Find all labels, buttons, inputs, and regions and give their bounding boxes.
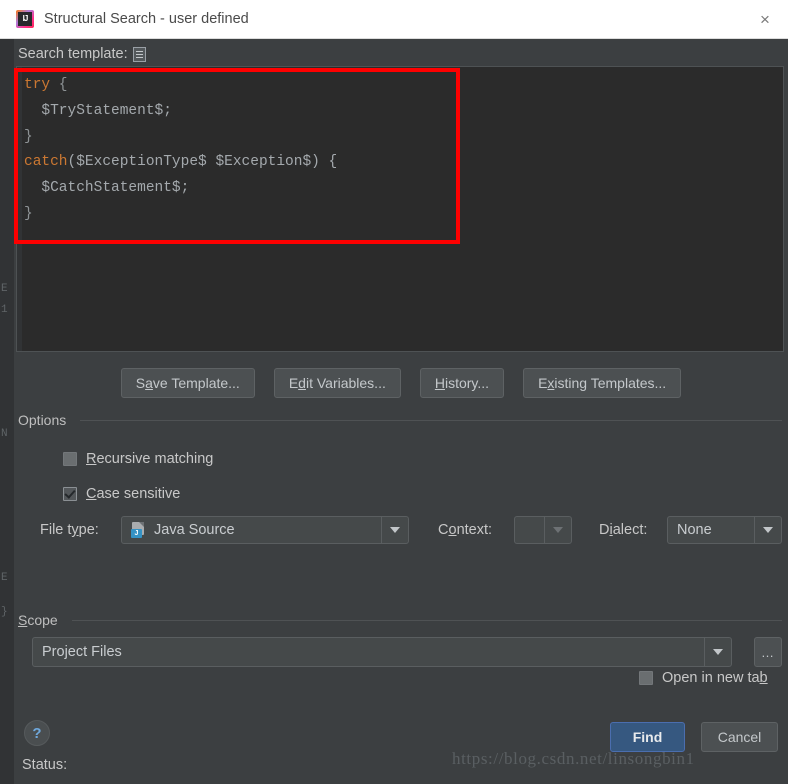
- context-combo[interactable]: [514, 516, 572, 544]
- scope-value: Project Files: [42, 644, 122, 660]
- recursive-post: ecursive matching: [96, 451, 214, 467]
- scope-group-title: Scope: [18, 612, 64, 628]
- options-group-line: [80, 420, 782, 421]
- help-icon[interactable]: ?: [24, 720, 50, 746]
- file-type-combo[interactable]: J Java Source: [121, 516, 409, 544]
- editor-gutter: [17, 67, 22, 351]
- case-sensitive-box[interactable]: [63, 487, 77, 501]
- scope-browse-button[interactable]: …: [754, 637, 782, 667]
- context-pre: C: [438, 522, 449, 538]
- scope-dropdown-arrow[interactable]: [704, 638, 731, 666]
- history-post: istory...: [444, 375, 490, 391]
- file-type-dropdown-arrow[interactable]: [381, 517, 408, 543]
- code-line2: $TryStatement$;: [24, 102, 172, 119]
- cancel-button[interactable]: Cancel: [701, 722, 778, 752]
- case-sensitive-label: Case sensitive: [86, 486, 180, 502]
- case-sensitive-post: ase sensitive: [96, 486, 181, 502]
- java-icon-letter: J: [131, 529, 142, 538]
- dialect-post: alect:: [612, 522, 648, 538]
- context-mnemonic: o: [448, 522, 457, 538]
- existing-templates-post: isting Templates...: [554, 375, 667, 391]
- backdrop-fragment: N: [1, 428, 8, 440]
- context-post: ntext:: [456, 522, 493, 538]
- watermark-text: https://blog.csdn.net/linsongbin1: [452, 749, 695, 768]
- dialog-titlebar: IJ Structural Search - user defined ×: [0, 0, 788, 39]
- save-template-post: ve Template...: [152, 375, 240, 391]
- backdrop-fragment: }: [1, 606, 8, 618]
- logo-glyph: IJ: [18, 12, 32, 26]
- scope-group-line: [72, 620, 782, 621]
- open-in-new-tab-box[interactable]: [639, 671, 653, 685]
- template-buttons-row: Sa ve Template... Ed it Variables... Histo…: [14, 368, 788, 398]
- recursive-matching-box[interactable]: [63, 452, 77, 466]
- edit-variables-post: it Variables...: [305, 375, 386, 391]
- history-mnemonic: H: [434, 375, 445, 391]
- close-icon[interactable]: ×: [742, 0, 788, 38]
- edit-variables-mnemonic: d: [298, 375, 306, 391]
- file-type-value: Java Source: [154, 522, 235, 538]
- file-type-post: pe:: [78, 522, 99, 538]
- context-label: Context:: [438, 522, 492, 538]
- code-line6: }: [24, 205, 33, 222]
- code-line3: }: [24, 128, 33, 145]
- history-button[interactable]: History...: [419, 368, 505, 398]
- open-tab-pre: Open in new ta: [662, 670, 760, 686]
- find-button[interactable]: Find: [610, 722, 685, 752]
- file-type-label: File type:: [40, 522, 99, 538]
- scope-mnemonic: S: [18, 612, 28, 628]
- save-template-button[interactable]: Sa ve Template...: [120, 368, 255, 398]
- case-sensitive-checkbox[interactable]: Case sensitive: [63, 486, 180, 502]
- recursive-mnemonic: R: [86, 451, 97, 467]
- recursive-matching-checkbox[interactable]: Recursive matching: [63, 451, 213, 467]
- code-keyword-try: try: [24, 77, 51, 93]
- context-dropdown-arrow[interactable]: [544, 517, 571, 543]
- open-tab-mnemonic: b: [759, 670, 768, 686]
- dialect-dropdown-arrow[interactable]: [754, 517, 781, 543]
- open-in-new-tab-checkbox[interactable]: Open in new tab: [639, 670, 768, 686]
- intellij-idea-logo-icon: IJ: [16, 10, 34, 28]
- backdrop-fragment: 1: [1, 304, 8, 316]
- existing-templates-pre: E: [538, 375, 548, 391]
- file-type-pre: File t: [40, 522, 72, 538]
- status-label: Status:: [22, 757, 68, 773]
- dialect-pre: D: [599, 522, 610, 538]
- dialect-combo[interactable]: None: [667, 516, 782, 544]
- case-sensitive-mnemonic: C: [86, 486, 97, 502]
- edit-variables-button[interactable]: Ed it Variables...: [273, 368, 401, 398]
- search-template-label-row: Search template:: [18, 44, 146, 64]
- file-type-mnemonic: y: [71, 522, 79, 538]
- backdrop-fragment: E: [1, 283, 8, 295]
- dialect-label: Dialect:: [599, 522, 647, 538]
- code-line5: $CatchStatement$;: [24, 180, 190, 197]
- open-in-new-tab-label: Open in new tab: [662, 670, 768, 686]
- file-type-value-wrap: J Java Source: [122, 522, 381, 538]
- save-template-mnemonic: a: [145, 375, 153, 391]
- backdrop-fragment: E: [1, 572, 8, 584]
- template-document-icon[interactable]: [132, 46, 146, 62]
- search-template-editor[interactable]: try { $TryStatement$; } catch($Exception…: [16, 66, 784, 352]
- dialect-value: None: [677, 522, 712, 538]
- options-group-title: Options: [18, 412, 73, 428]
- recursive-matching-label: Recursive matching: [86, 451, 213, 467]
- code-keyword-catch: catch: [24, 154, 68, 171]
- structural-search-dialog: IJ Structural Search - user defined × Se…: [0, 0, 788, 784]
- scope-combo[interactable]: Project Files: [32, 637, 732, 667]
- existing-templates-mnemonic: x: [547, 375, 555, 391]
- scope-post: cope: [27, 612, 58, 628]
- java-source-file-icon: J: [131, 522, 146, 538]
- code-line1-rest: {: [50, 77, 68, 93]
- ide-backdrop: E 1 N E }: [0, 0, 14, 784]
- template-code: try { $TryStatement$; } catch($Exception…: [24, 73, 337, 228]
- dialog-title: Structural Search - user defined: [44, 11, 249, 27]
- edit-variables-pre: E: [288, 375, 299, 391]
- code-line4-rest: ($ExceptionType$ $Exception$) {: [67, 154, 338, 171]
- search-template-label: Search template:: [18, 46, 128, 62]
- existing-templates-button[interactable]: Ex isting Templates...: [523, 368, 682, 398]
- save-template-pre: S: [135, 375, 146, 391]
